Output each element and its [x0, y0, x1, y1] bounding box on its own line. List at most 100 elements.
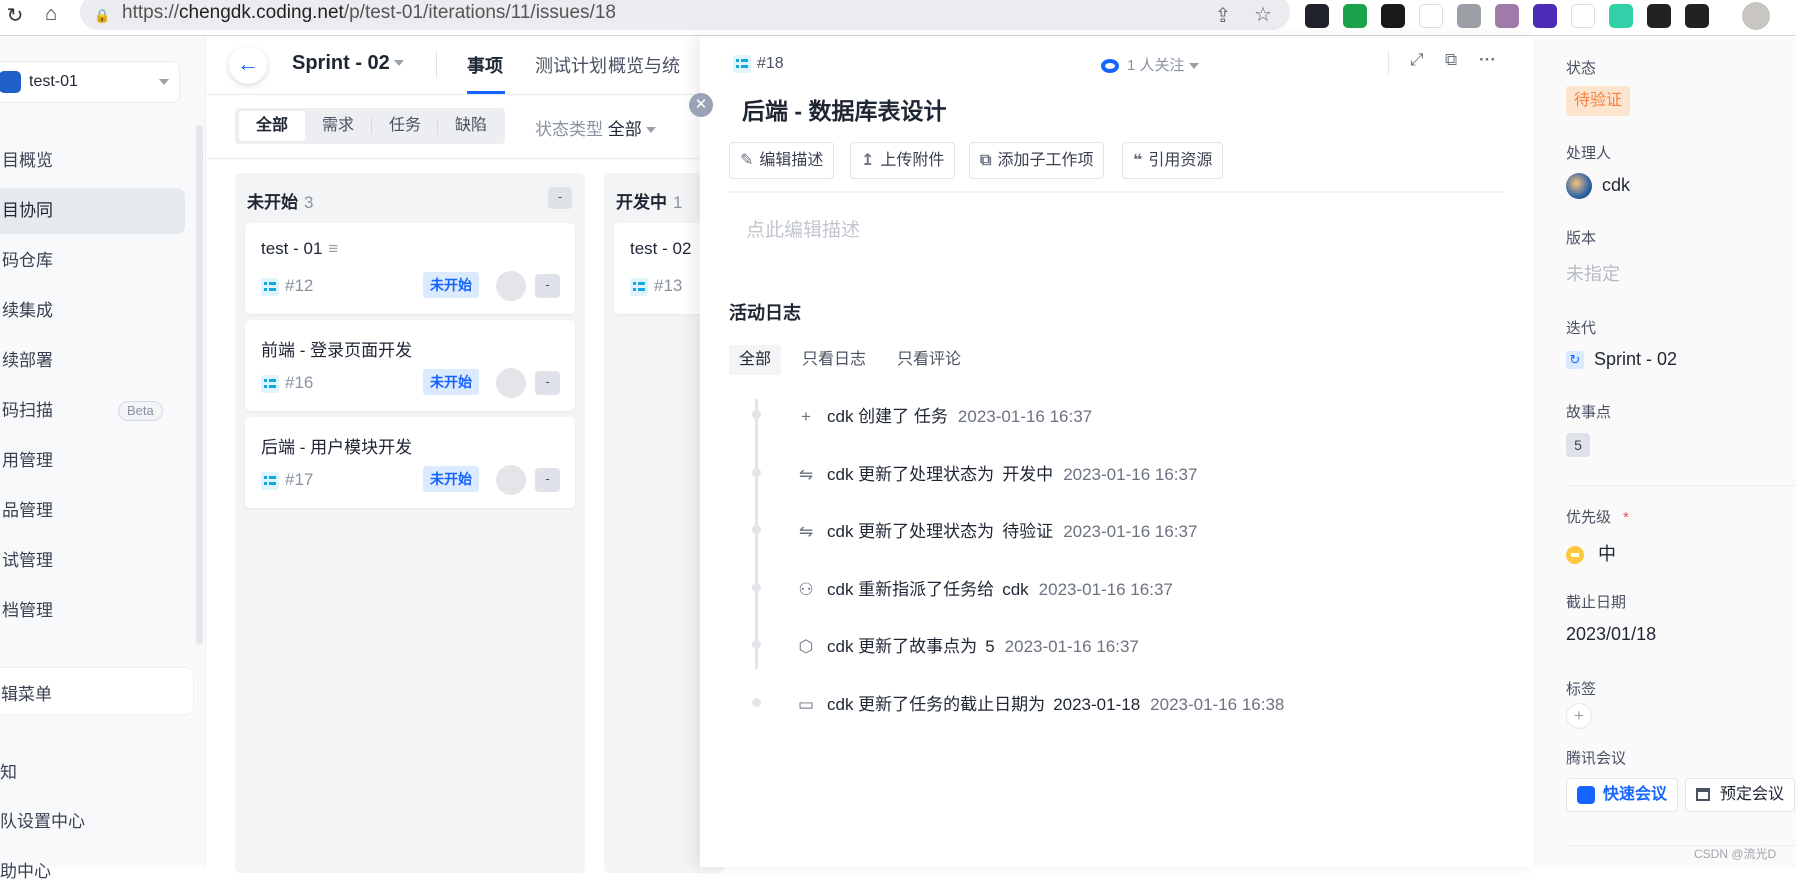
bookmark-star-icon[interactable]: ☆ — [1250, 2, 1276, 27]
sidebar-item[interactable]: 用管理 — [0, 438, 185, 484]
share-icon[interactable]: ⇪ — [1210, 3, 1236, 28]
layers-icon[interactable] — [1533, 4, 1557, 28]
assignee-avatar[interactable] — [496, 465, 526, 495]
address-bar[interactable]: 🔒 https://chengdk.coding.net/p/test-01/i… — [80, 0, 1290, 30]
add-subitem-button[interactable]: ⧉ 添加子工作项 — [969, 142, 1105, 179]
status-type-filter[interactable]: 状态类型 全部 — [535, 115, 656, 140]
story-points-badge[interactable]: - — [535, 371, 560, 395]
sidebar-item[interactable]: 码扫描 Beta — [0, 388, 185, 434]
status-badge[interactable]: 未开始 — [423, 466, 479, 492]
filter-all[interactable]: 全部 — [239, 111, 305, 141]
filter-defect[interactable]: 缺陷 — [438, 111, 504, 141]
sidebar-item-label: 码仓库 — [2, 251, 53, 270]
iteration-field[interactable]: ↻ Sprint - 02 — [1566, 349, 1677, 370]
sidebar-item[interactable]: 续集成 — [0, 288, 185, 334]
sidebar-item[interactable]: 目概览 — [0, 138, 185, 184]
story-points-badge[interactable]: - — [535, 468, 560, 492]
sidebar-item[interactable]: 目协同 — [0, 188, 185, 234]
vue-devtools-icon[interactable] — [1457, 4, 1481, 28]
card-title: 后端 - 用户模块开发 — [261, 438, 413, 457]
watchers-dropdown[interactable]: 1 人关注 — [1101, 54, 1199, 75]
column-title: 开发中 — [616, 193, 667, 212]
sidebar-item-help[interactable]: 助中心 — [0, 857, 51, 882]
sidebar-item-label: 续部署 — [2, 351, 53, 370]
sidebar-item[interactable]: 码仓库 — [0, 238, 185, 284]
book-meeting-button[interactable]: 预定会议 — [1685, 778, 1796, 812]
timeline-dot — [752, 467, 761, 477]
story-points-field[interactable]: 5 — [1566, 433, 1590, 457]
assignee-avatar[interactable] — [496, 368, 526, 398]
url-text[interactable]: https://chengdk.coding.net/p/test-01/ite… — [122, 2, 616, 24]
tab-issues[interactable]: 事项 — [467, 52, 503, 78]
task-icon — [261, 277, 279, 296]
status-badge[interactable]: 未开始 — [423, 272, 479, 298]
status-badge[interactable]: 待验证 — [1566, 86, 1631, 116]
quick-meeting-button[interactable]: 快速会议 — [1566, 778, 1679, 812]
puzzle-icon[interactable] — [1647, 4, 1671, 28]
due-date-field[interactable]: 2023/01/18 — [1566, 624, 1656, 645]
upload-attachment-button[interactable]: ↥ 上传附件 — [850, 142, 956, 179]
sprint-selector[interactable]: Sprint - 02 — [292, 52, 404, 75]
divider — [1388, 51, 1389, 75]
y-extension-icon[interactable] — [1571, 4, 1595, 28]
story-points-badge[interactable]: - — [535, 274, 560, 298]
project-selector[interactable]: test-01 — [0, 61, 180, 103]
more-icon[interactable]: ··· — [1479, 50, 1496, 70]
activity-entry: ▭ cdk 更新了任务的截止日期为 2023-01-18 2023-01-16 16:… — [795, 690, 1284, 715]
sidebar-item-team-settings[interactable]: 队设置中心 — [0, 807, 85, 832]
sidepanel-icon[interactable] — [1685, 4, 1709, 28]
sidebar-item[interactable]: 品管理 — [0, 488, 185, 534]
home-icon[interactable]: ⌂ — [38, 3, 64, 26]
plus-icon: + — [801, 407, 811, 426]
edit-menu-button[interactable]: 辑菜单 — [0, 667, 194, 715]
open-new-window-icon[interactable]: ⧉ — [1445, 50, 1457, 70]
target-icon[interactable] — [1609, 4, 1633, 28]
lock-icon: 🔒 — [94, 8, 111, 23]
issue-card[interactable]: 前端 - 登录页面开发 #16 未开始 - — [245, 320, 575, 411]
sidebar-item-label: 用管理 — [2, 451, 53, 470]
back-button[interactable]: ← — [229, 46, 267, 84]
eye-icon — [1101, 59, 1119, 74]
react-devtools-icon[interactable] — [1305, 4, 1329, 28]
assignee-avatar[interactable] — [496, 271, 526, 301]
reload-icon[interactable]: ↻ — [2, 3, 28, 28]
sidebar-item-notifications[interactable]: 知 — [0, 758, 17, 783]
priority-field[interactable]: 中 — [1566, 540, 1616, 566]
task-icon — [733, 55, 751, 73]
kangaroo-icon[interactable] — [1495, 4, 1519, 28]
sidebar-item[interactable]: 档管理 — [0, 588, 185, 634]
issue-title[interactable]: 后端 - 数据库表设计 — [742, 92, 946, 126]
version-field[interactable]: 未指定 — [1566, 260, 1620, 286]
card-id: #16 — [261, 373, 313, 393]
chevron-down-icon — [645, 127, 656, 138]
sidebar-item[interactable]: 续部署 — [0, 338, 185, 384]
issue-card[interactable]: 后端 - 用户模块开发 #17 未开始 - — [245, 417, 575, 508]
profile-avatar[interactable] — [1742, 2, 1770, 30]
sidebar-item-label: 品管理 — [2, 501, 53, 520]
card-title: test - 01 ≡ — [261, 239, 339, 258]
tab-test-plan[interactable]: 测试计划 — [535, 52, 607, 78]
collapse-column-button[interactable]: - — [548, 187, 572, 209]
close-panel-button[interactable]: ✕ — [689, 93, 713, 117]
description-icon: ≡ — [328, 239, 339, 258]
description-editor[interactable]: 点此编辑描述 — [746, 215, 860, 242]
activity-tab-all[interactable]: 全部 — [729, 345, 782, 375]
reference-resource-button[interactable]: ❝ 引用资源 — [1122, 142, 1224, 179]
issue-card[interactable]: test - 01 ≡ #12 未开始 - — [245, 223, 575, 314]
tampermonkey-shield-icon[interactable] — [1343, 4, 1367, 28]
add-tag-button[interactable]: + — [1566, 703, 1592, 729]
copy-icon: ⧉ — [980, 152, 992, 169]
infinity-icon[interactable] — [1381, 4, 1405, 28]
filter-requirement[interactable]: 需求 — [305, 111, 371, 141]
filter-task[interactable]: 任务 — [372, 111, 438, 141]
sidebar-scrollbar[interactable] — [196, 125, 203, 645]
edit-description-button[interactable]: ✎ 编辑描述 — [729, 142, 835, 179]
activity-tab-comments[interactable]: 只看评论 — [887, 345, 971, 375]
x-extension-icon[interactable] — [1419, 4, 1443, 28]
tab-overview[interactable]: 概览与统 — [608, 52, 680, 78]
expand-icon[interactable]: ⤢ — [1410, 50, 1424, 70]
status-badge[interactable]: 未开始 — [423, 369, 479, 395]
sidebar-item[interactable]: 试管理 — [0, 538, 185, 584]
assignee-field[interactable]: cdk — [1566, 173, 1630, 199]
activity-tab-logs[interactable]: 只看日志 — [792, 345, 876, 375]
